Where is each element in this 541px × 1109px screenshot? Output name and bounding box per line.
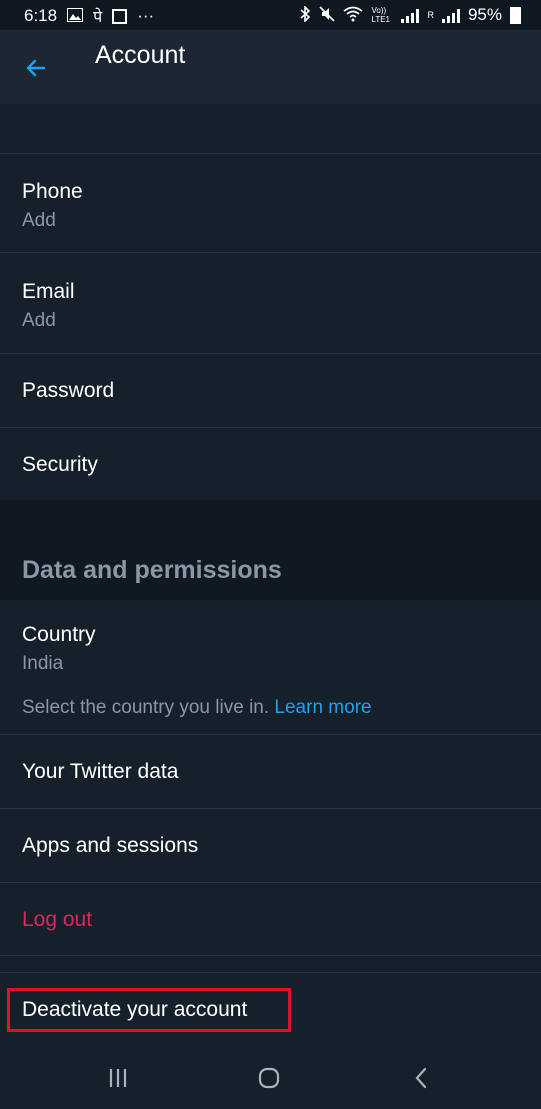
settings-row-security[interactable]: Security: [0, 428, 541, 500]
section-header-background: [0, 500, 541, 600]
app-bar: Account: [0, 30, 541, 104]
settings-row-password[interactable]: Password: [0, 354, 541, 428]
arrow-left-icon: [26, 59, 46, 77]
logout-label: Log out: [22, 908, 93, 931]
settings-row-apps-sessions[interactable]: Apps and sessions: [0, 809, 541, 883]
home-icon: [258, 1067, 280, 1089]
home-button[interactable]: [249, 1064, 289, 1092]
section-title: Data and permissions: [22, 556, 282, 584]
nav-back-icon: [415, 1067, 427, 1089]
settings-row-phone[interactable]: Phone Add: [0, 154, 541, 253]
nav-back-button[interactable]: [401, 1064, 441, 1092]
recents-button[interactable]: [98, 1064, 138, 1092]
row-value: Add: [22, 310, 56, 331]
deactivate-spacer: [0, 956, 541, 973]
country-note-text: Select the country you live in.: [22, 697, 270, 718]
page-title: Account: [95, 41, 186, 69]
learn-more-link[interactable]: Learn more: [274, 697, 371, 718]
status-time: 6:18: [24, 6, 58, 25]
row-label: Email: [22, 280, 75, 303]
volte-indicator: Vo)) LTE1: [371, 6, 390, 24]
wifi-icon: [343, 6, 363, 25]
recents-icon: [109, 1069, 127, 1087]
back-button[interactable]: [18, 50, 54, 86]
carrier-glyph: पे: [93, 9, 103, 26]
logout-row[interactable]: Log out: [0, 883, 541, 956]
settings-row-email[interactable]: Email Add: [0, 253, 541, 354]
signal-icon: [401, 7, 420, 23]
settings-row-twitter-data[interactable]: Your Twitter data: [0, 735, 541, 809]
row-label: Security: [22, 453, 98, 476]
row-label: Password: [22, 379, 115, 402]
country-note: Select the country you live in. Learn mo…: [22, 697, 372, 719]
bluetooth-icon: [299, 4, 311, 25]
battery-icon: [510, 6, 521, 24]
battery-percent: 95%: [467, 5, 502, 24]
row-label: Your Twitter data: [22, 760, 179, 783]
top-spacer: [0, 104, 541, 154]
row-label: Apps and sessions: [22, 834, 199, 857]
row-value: Add: [22, 210, 56, 231]
roaming-indicator: R: [427, 10, 434, 20]
row-label: Phone: [22, 180, 83, 203]
highlight-box: [7, 988, 291, 1032]
row-label: Country: [22, 623, 96, 646]
row-value: India: [22, 653, 64, 674]
status-bar: 6:18 पे ··· Vo)) LTE1 R 95%: [0, 0, 541, 30]
flipboard-icon: [112, 8, 128, 24]
gallery-icon: [67, 7, 84, 25]
mute-icon: [319, 5, 336, 25]
system-nav-bar: [0, 1046, 541, 1109]
more-notifications: ···: [137, 6, 155, 25]
signal-icon-2: [441, 7, 460, 23]
